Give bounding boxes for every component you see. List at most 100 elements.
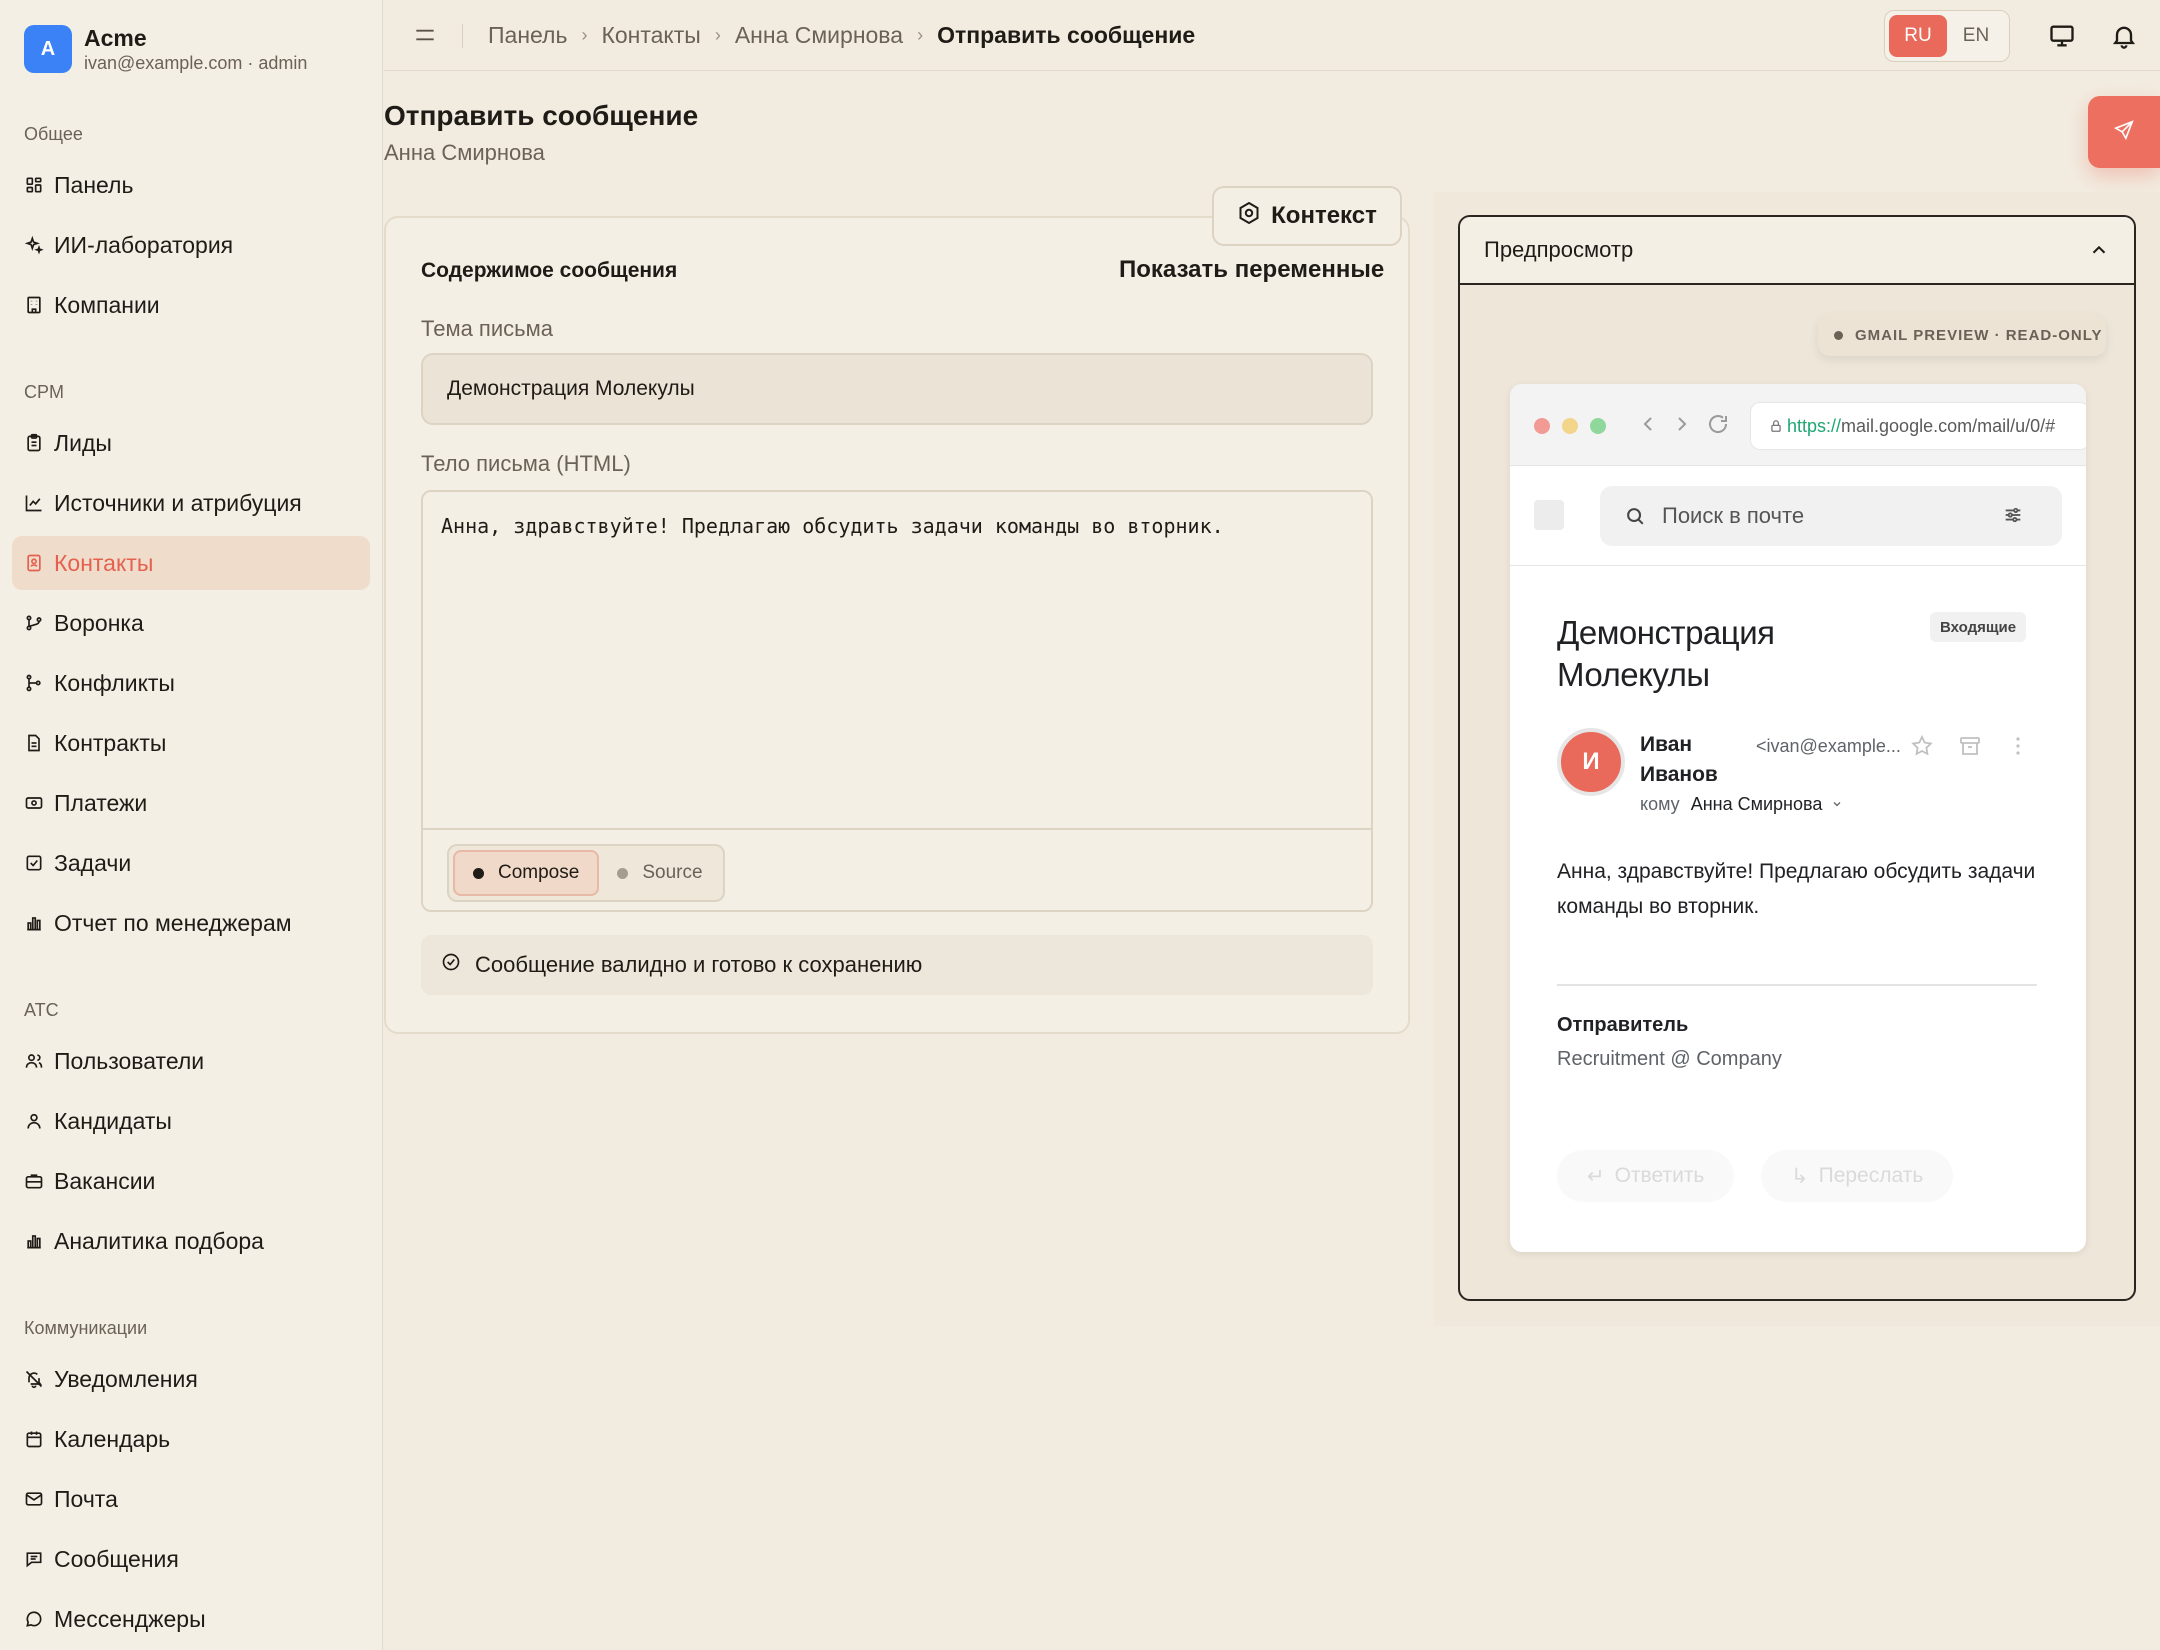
sidebar-item[interactable]: Мессенджеры (12, 1592, 370, 1646)
forward-button: ↳ Переслать (1761, 1150, 1954, 1202)
gmail-preview-badge: GMAIL PREVIEW · READ-ONLY (1818, 314, 2106, 356)
show-variables-button[interactable]: Показать переменные (1119, 256, 1384, 284)
user-icon (24, 1111, 44, 1131)
mode-compose-button[interactable]: Compose (453, 850, 600, 896)
sidebar-item[interactable]: Воронка (12, 596, 370, 650)
search-icon (1624, 505, 1662, 527)
sidebar: A Acme ivan@example.com · admin Общее Пан… (0, 0, 383, 1650)
body-editor[interactable]: Анна, здравствуйте! Предлагаю обсудить з… (421, 490, 1373, 912)
sender-name: Иван Иванов (1640, 733, 1718, 786)
sidebar-item[interactable]: Календарь (12, 1412, 370, 1466)
mail-subject: Демонстрация Молекулы (1557, 614, 1775, 693)
check-circle-icon (441, 952, 475, 978)
mode-source-label: Source (642, 862, 703, 883)
sidebar-item[interactable]: Уведомления (12, 1352, 370, 1406)
monitor-icon[interactable] (2048, 22, 2076, 50)
subject-input[interactable]: Демонстрация Молекулы (421, 353, 1373, 425)
editor-mode-switch: Compose Source (447, 844, 725, 902)
breadcrumb-dashboard[interactable]: Панель (488, 22, 567, 49)
dashboard-icon (24, 175, 44, 195)
sidebar-item[interactable]: Панель (12, 158, 370, 212)
building-icon (24, 295, 44, 315)
sidebar-item[interactable]: Источники и атрибуция (12, 476, 370, 530)
sidebar-item[interactable]: Конфликты (12, 656, 370, 710)
sidebar-item[interactable]: Отчет по менеджерам (12, 896, 370, 950)
sidebar-item[interactable]: Пользователи (12, 1034, 370, 1088)
forward-arrow-icon (1670, 412, 1694, 436)
briefcase-icon (24, 1171, 44, 1191)
reply-label: Ответить (1614, 1164, 1705, 1187)
mail-body: Анна, здравствуйте! Предлагаю обсудить з… (1557, 860, 2036, 918)
preview-header[interactable]: Предпросмотр (1460, 217, 2134, 285)
message-circle-icon (24, 1609, 44, 1629)
git-branch-icon (24, 673, 44, 693)
sidebar-item[interactable]: Аналитика подбора (12, 1214, 370, 1268)
sidebar-item[interactable]: Кандидаты (12, 1094, 370, 1148)
bar-chart-icon (24, 1231, 44, 1251)
sender-avatar: И (1557, 728, 1625, 796)
sidebar-item[interactable]: Контракты (12, 716, 370, 770)
context-icon (1237, 201, 1271, 232)
breadcrumb-contact[interactable]: Анна Смирнова (735, 22, 903, 49)
mode-source-button[interactable]: Source (599, 850, 720, 896)
workspace-switcher[interactable]: A Acme ivan@example.com · admin (24, 24, 307, 74)
url-path: mail.google.com/mail/u/0/# (1841, 415, 2056, 436)
sidebar-item[interactable]: Лиды (12, 416, 370, 470)
url-bar: https:// mail.google.com/mail/u/0/# (1750, 402, 2086, 450)
search-options-icon (2002, 504, 2040, 532)
mail-actions (1910, 734, 2054, 758)
chevron-up-icon[interactable] (2088, 239, 2110, 267)
sidebar-item-label: Аналитика подбора (54, 1227, 264, 1254)
sidebar-item[interactable]: Платежи (12, 776, 370, 830)
chevron-right-icon: › (917, 25, 924, 45)
lang-ru-button[interactable]: RU (1889, 15, 1947, 57)
workspace-name: Acme (84, 25, 147, 51)
breadcrumb-contacts[interactable]: Контакты (601, 22, 700, 49)
sidebar-item[interactable]: ИИ-лаборатория (12, 218, 370, 272)
sidebar-item[interactable]: Сообщения (12, 1532, 370, 1586)
nav-section-title: CPM (24, 382, 64, 402)
sidebar-item-label: Уведомления (54, 1365, 198, 1392)
recipient-name: Анна Смирнова (1690, 794, 1823, 814)
sidebar-item-label: Кандидаты (54, 1107, 172, 1134)
context-button-label: Контекст (1271, 202, 1377, 229)
sidebar-item[interactable]: Вакансии (12, 1154, 370, 1208)
lang-en-button[interactable]: EN (1947, 15, 2005, 57)
topbar: Панель › Контакты › Анна Смирнова › Отпр… (384, 0, 2160, 71)
back-arrow-icon (1636, 412, 1660, 436)
sidebar-item-label: Календарь (54, 1425, 171, 1452)
mail-divider (1557, 984, 2037, 986)
body-editor-divider (423, 828, 1371, 830)
user-email-role: ivan@example.com · admin (84, 53, 308, 73)
chevron-down-icon (1831, 794, 1843, 815)
validation-status: Сообщение валидно и готово к сохранению (421, 935, 1373, 995)
breadcrumb: Панель › Контакты › Анна Смирнова › Отпр… (488, 22, 1195, 49)
nav-section-title: Общее (24, 124, 83, 144)
sidebar-item-label: Воронка (54, 609, 144, 636)
sidebar-item-label: Пользователи (54, 1047, 205, 1074)
reply-button: ↵ Ответить (1557, 1150, 1735, 1202)
body-editor-text[interactable]: Анна, здравствуйте! Предлагаю обсудить з… (441, 514, 1224, 538)
menu-toggle-icon[interactable] (412, 22, 438, 48)
gmail-preview-badge-label: GMAIL PREVIEW · READ-ONLY (1855, 326, 2103, 344)
sidebar-item[interactable]: Контакты (12, 536, 370, 590)
sidebar-item-label: Источники и атрибуция (54, 489, 302, 516)
bell-off-icon (24, 1369, 44, 1389)
sidebar-item[interactable]: Компании (12, 278, 370, 332)
lock-icon (1769, 419, 1783, 433)
document-icon (24, 733, 44, 753)
sidebar-item[interactable]: Задачи (12, 836, 370, 890)
send-button[interactable] (2088, 96, 2160, 168)
sender-email: <ivan@example... (1756, 736, 1901, 756)
inbox-label: Входящие (1930, 612, 2027, 642)
chevron-right-icon: › (581, 25, 588, 45)
gmail-logo-icon (1534, 500, 1564, 530)
forward-label: Переслать (1818, 1164, 1924, 1187)
sidebar-item[interactable]: Почта (12, 1472, 370, 1526)
sidebar-item-label: Компании (54, 291, 160, 318)
sidebar-item-label: ИИ-лаборатория (54, 231, 234, 258)
context-button[interactable]: Контекст (1212, 186, 1402, 246)
topbar-divider (462, 24, 463, 48)
bell-icon[interactable] (2110, 22, 2138, 50)
preview-title: Предпросмотр (1484, 237, 1634, 262)
